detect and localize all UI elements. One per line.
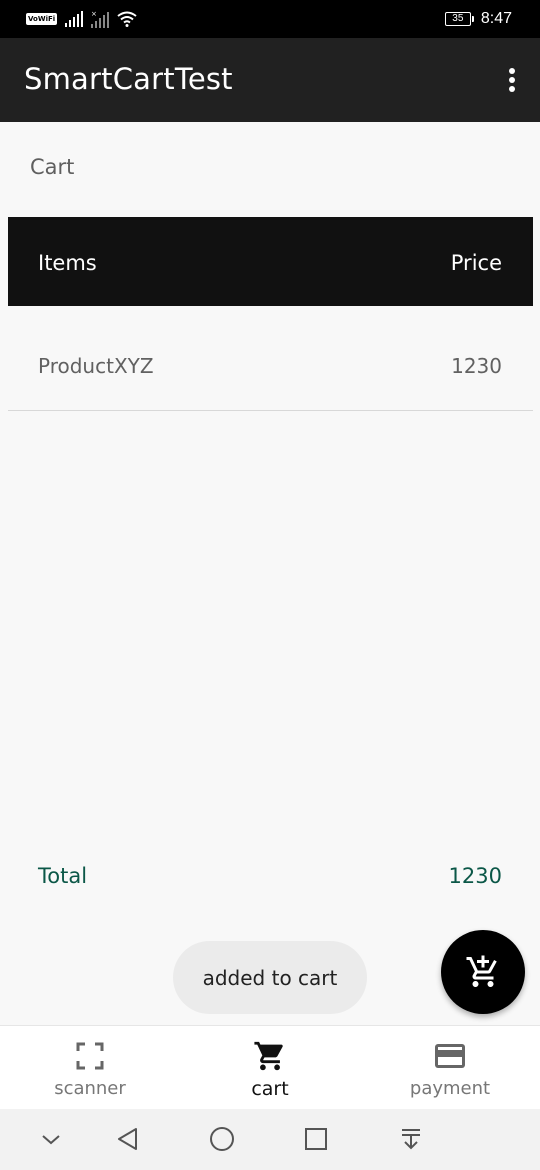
table-row[interactable]: ProductXYZ 1230 <box>8 306 533 411</box>
signal-no-service-icon: × <box>91 10 110 28</box>
overflow-dot <box>509 86 515 92</box>
nav-item-payment[interactable]: payment <box>360 1026 540 1110</box>
cart-section-label: Cart <box>30 155 75 179</box>
nav-label-cart: cart <box>251 1078 289 1100</box>
notification-pull-icon[interactable] <box>395 1123 427 1155</box>
add-to-cart-fab[interactable] <box>441 930 525 1014</box>
total-value: 1230 <box>448 864 502 888</box>
nav-label-payment: payment <box>409 1078 491 1099</box>
credit-card-icon <box>433 1040 467 1072</box>
collapse-chevron-icon[interactable] <box>35 1123 67 1155</box>
toast-message: added to cart <box>202 965 338 990</box>
battery-level: 35 <box>452 13 464 24</box>
overflow-dot <box>509 68 515 74</box>
shopping-cart-icon <box>253 1040 287 1072</box>
wifi-icon <box>117 11 137 27</box>
app-title: SmartCartTest <box>24 62 233 96</box>
column-header-price: Price <box>450 251 502 275</box>
toast: added to cart <box>173 941 367 1014</box>
vowifi-icon: VoWiFi <box>26 13 58 25</box>
cart-item-price: 1230 <box>451 354 502 378</box>
back-triangle-icon[interactable] <box>112 1123 144 1155</box>
nav-item-scanner[interactable]: scanner <box>0 1026 180 1110</box>
status-bar-left: VoWiFi × <box>26 10 137 28</box>
scanner-frame-icon <box>75 1040 105 1072</box>
status-bar-right: 35 8:47 <box>444 9 512 29</box>
status-time: 8:47 <box>480 10 512 27</box>
overflow-dot <box>509 77 515 83</box>
vowifi-badge: VoWiFi <box>26 13 58 25</box>
total-label: Total <box>38 864 88 888</box>
system-navigation-bar <box>0 1109 540 1170</box>
cart-item-name: ProductXYZ <box>38 354 154 378</box>
bottom-navigation: scanner cart payment <box>0 1025 540 1109</box>
home-circle-icon[interactable] <box>206 1123 238 1155</box>
nav-item-cart[interactable]: cart <box>180 1026 360 1110</box>
overflow-menu-icon[interactable] <box>504 64 520 96</box>
add-shopping-cart-icon <box>466 955 497 987</box>
nav-label-scanner: scanner <box>54 1078 126 1099</box>
cart-table-header: Items Price <box>8 217 533 306</box>
app-bar: SmartCartTest <box>0 38 540 122</box>
column-header-items: Items <box>38 251 97 275</box>
status-bar: VoWiFi × 35 8:47 <box>0 0 540 38</box>
svg-text:×: × <box>91 10 97 18</box>
signal-icon <box>65 11 84 27</box>
recents-square-icon[interactable] <box>300 1123 332 1155</box>
battery-icon: 35 <box>444 12 474 26</box>
